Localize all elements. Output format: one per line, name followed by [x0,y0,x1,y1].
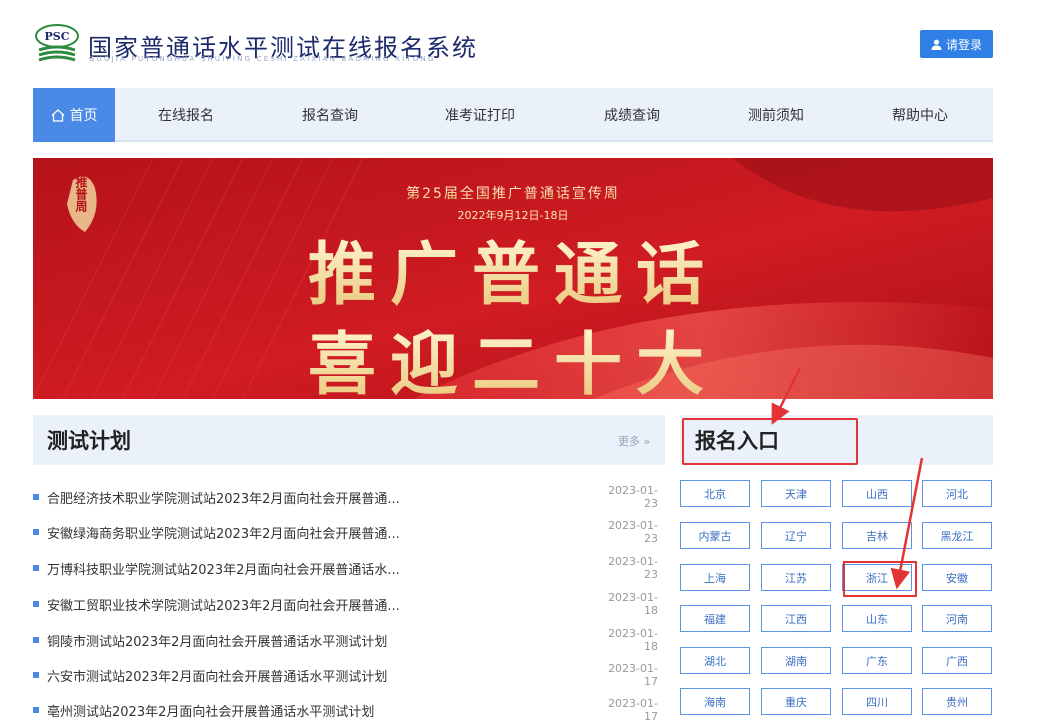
province-jiangsu[interactable]: 江苏 [761,564,831,591]
plan-item-date: 2023-01-18 [608,591,658,617]
plan-item-text: 六安市测试站2023年2月面向社会开展普通话水平测试计划 [47,669,388,685]
nav-label: 帮助中心 [892,108,948,124]
plan-item[interactable]: 安徽绿海商务职业学院测试站2023年2月面向社会开展普通... 2023-01-2… [33,514,658,550]
nav-score-query[interactable]: 成绩查询 [585,88,679,142]
nav-home[interactable]: 首页 [33,88,115,142]
plan-item[interactable]: 安徽工贸职业技术学院测试站2023年2月面向社会开展普通... 2023-01-1… [33,586,658,622]
bullet [33,494,39,500]
province-anhui[interactable]: 安徽 [922,564,992,591]
nav-register-query[interactable]: 报名查询 [283,88,377,142]
plan-item-text: 亳州测试站2023年2月面向社会开展普通话水平测试计划 [47,704,375,720]
nav-label: 在线报名 [158,108,214,124]
site-subtitle: GUOJIA PUTONGHUA SHUIPING CESHI ZAIXIAN … [89,55,436,63]
province-hainan[interactable]: 海南 [680,688,750,715]
plan-item[interactable]: 六安市测试站2023年2月面向社会开展普通话水平测试计划 2023-01-17 [33,657,658,693]
banner-line1: 推广普通话 [308,235,718,315]
province-guangxi[interactable]: 广西 [922,647,992,674]
nav-pretest-notice[interactable]: 测前须知 [729,88,823,142]
province-heilongjiang[interactable]: 黑龙江 [922,522,992,549]
province-shanxi[interactable]: 山西 [842,480,912,507]
province-neimenggu[interactable]: 内蒙古 [680,522,750,549]
province-jiangxi[interactable]: 江西 [761,605,831,632]
plan-item-date: 2023-01-23 [608,484,658,510]
plan-item-date: 2023-01-17 [608,662,658,688]
main-nav: 首页 在线报名 报名查询 准考证打印 成绩查询 测前须知 帮助中心 [33,88,993,142]
nav-home-label: 首页 [69,108,98,124]
plan-item-date: 2023-01-23 [608,519,658,545]
province-sichuan[interactable]: 四川 [842,688,912,715]
bullet [33,672,39,678]
login-label: 请登录 [945,37,982,52]
province-jilin[interactable]: 吉林 [842,522,912,549]
nav-admission-print[interactable]: 准考证打印 [433,88,527,142]
province-shanghai[interactable]: 上海 [680,564,750,591]
bullet [33,565,39,571]
nav-label: 准考证打印 [445,108,515,124]
province-guizhou[interactable]: 贵州 [922,688,992,715]
province-beijing[interactable]: 北京 [680,480,750,507]
register-title-highlight [682,418,858,465]
plan-more-link[interactable]: 更多 » [618,433,650,449]
plan-item-text: 合肥经济技术职业学院测试站2023年2月面向社会开展普通... [47,491,400,507]
plan-item-date: 2023-01-23 [608,555,658,581]
nav-help-center[interactable]: 帮助中心 [873,88,967,142]
plan-title: 测试计划 [47,429,131,453]
plan-item-date: 2023-01-18 [608,627,658,653]
banner-headline: 第25届全国推广普通话宣传周 [406,185,620,202]
login-button[interactable]: 请登录 [920,30,993,58]
promo-banner[interactable]: 推普周 第25届全国推广普通话宣传周 2022年9月12日-18日 推广普通话 … [33,158,993,399]
province-hebei[interactable]: 河北 [922,480,992,507]
bullet [33,529,39,535]
plan-item-text: 铜陵市测试站2023年2月面向社会开展普通话水平测试计划 [47,634,388,650]
user-icon [931,39,942,50]
province-chongqing[interactable]: 重庆 [761,688,831,715]
plan-item[interactable]: 铜陵市测试站2023年2月面向社会开展普通话水平测试计划 2023-01-18 [33,622,658,658]
psc-logo: PSC [35,24,79,62]
province-tianjin[interactable]: 天津 [761,480,831,507]
seal-text: 推普周 [74,175,88,213]
nav-label: 测前须知 [748,108,804,124]
bullet [33,601,39,607]
plan-item-text: 安徽绿海商务职业学院测试站2023年2月面向社会开展普通... [47,526,400,542]
bullet [33,637,39,643]
banner-line2: 喜迎二十大 [308,325,718,399]
home-icon [51,108,64,122]
plan-item-date: 2023-01-17 [608,697,658,723]
province-shandong[interactable]: 山东 [842,605,912,632]
plan-item[interactable]: 万博科技职业学院测试站2023年2月面向社会开展普通话水... 2023-01-2… [33,550,658,586]
logo-text: PSC [45,30,70,43]
province-guangdong[interactable]: 广东 [842,647,912,674]
zhejiang-highlight [843,561,917,597]
province-liaoning[interactable]: 辽宁 [761,522,831,549]
province-henan[interactable]: 河南 [922,605,992,632]
plan-item-text: 安徽工贸职业技术学院测试站2023年2月面向社会开展普通... [47,598,400,614]
plan-item[interactable]: 亳州测试站2023年2月面向社会开展普通话水平测试计划 2023-01-17 [33,692,658,728]
bullet [33,707,39,713]
banner-date: 2022年9月12日-18日 [458,208,569,222]
nav-label: 报名查询 [302,108,358,124]
province-hubei[interactable]: 湖北 [680,647,750,674]
plan-item-text: 万博科技职业学院测试站2023年2月面向社会开展普通话水... [47,562,400,578]
plan-item[interactable]: 合肥经济技术职业学院测试站2023年2月面向社会开展普通... 2023-01-2… [33,479,658,515]
province-fujian[interactable]: 福建 [680,605,750,632]
province-hunan[interactable]: 湖南 [761,647,831,674]
nav-online-register[interactable]: 在线报名 [139,88,233,142]
nav-label: 成绩查询 [604,108,660,124]
